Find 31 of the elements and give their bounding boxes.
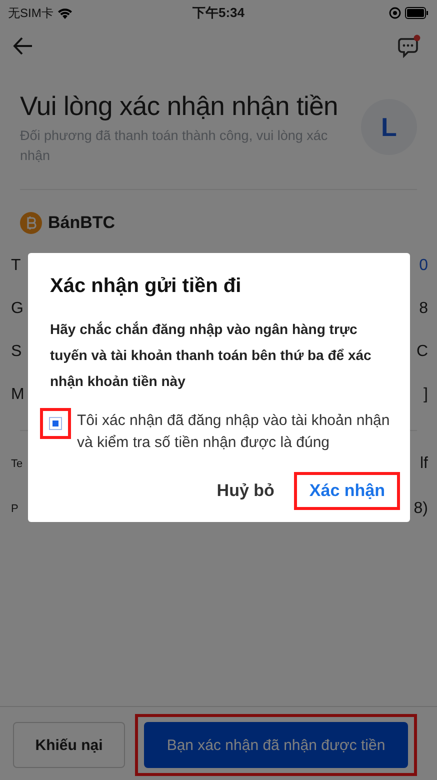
detail-value: lf <box>420 454 428 473</box>
bitcoin-icon <box>20 212 42 234</box>
battery-icon <box>405 7 429 19</box>
carrier-text: 无SIM卡 <box>8 4 54 22</box>
detail-label: Te <box>11 458 23 470</box>
confirm-received-button[interactable]: Bạn xác nhận đã nhận được tiền <box>144 722 408 768</box>
cancel-button[interactable]: Huỷ bỏ <box>208 477 282 505</box>
detail-label: S <box>11 342 22 361</box>
checkbox-label: Tôi xác nhận đã đăng nhập vào tài khoản nhận và kiểm tra số tiền nhận được là đúng <box>77 411 390 453</box>
complaint-button[interactable]: Khiếu nại <box>13 722 125 768</box>
detail-value: 8 <box>419 300 428 318</box>
detail-label: T <box>11 256 21 275</box>
avatar: L <box>361 99 417 155</box>
back-arrow-icon[interactable] <box>13 37 33 55</box>
dialog-message: Hãy chắc chắn đăng nhập vào ngân hàng trực tuyến và tài khoản thanh toán bên thứ ba để xác nhận khoản tiền này <box>50 320 372 391</box>
dialog-title: Xác nhận gửi tiền đi <box>50 275 242 298</box>
checkbox[interactable] <box>49 417 62 430</box>
detail-label: G <box>11 300 24 318</box>
confirm-button[interactable]: Xác nhận <box>301 477 393 505</box>
detail-value: C <box>416 342 428 361</box>
asset-label: BánBTC <box>48 213 116 234</box>
status-time: 下午5:34 <box>192 4 245 22</box>
detail-value: 8) <box>414 500 428 518</box>
detail-label: P <box>11 502 18 515</box>
detail-value: 0 <box>419 256 428 275</box>
detail-label: M <box>11 386 24 404</box>
rotation-lock-icon <box>389 7 401 19</box>
chat-bubble-icon[interactable] <box>397 34 421 58</box>
wifi-icon <box>57 7 74 19</box>
detail-value: ] <box>424 386 428 404</box>
page-title: Vui lòng xác nhận nhận tiền <box>20 91 340 122</box>
